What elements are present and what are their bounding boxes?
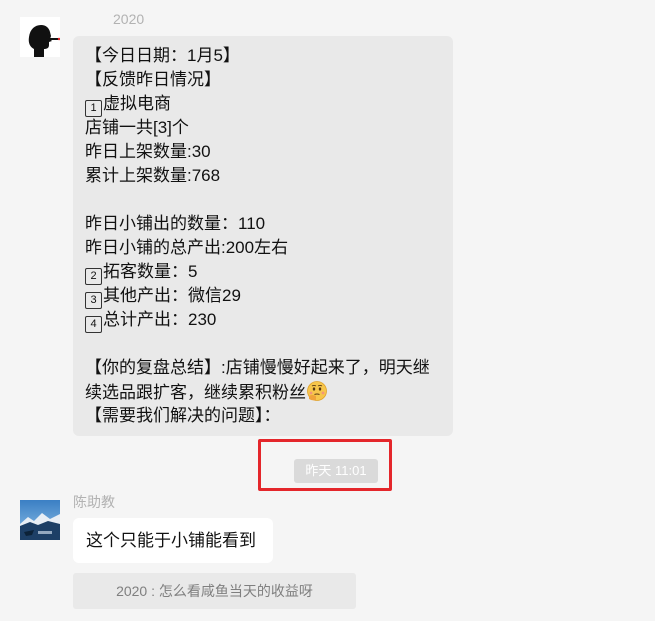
message-line-text: 总计产出：230: [103, 310, 217, 329]
message-line: 【今日日期：1月5】: [85, 46, 240, 65]
silhouette-smoking-avatar-icon: [20, 17, 60, 57]
message-line: 累计上架数量:768: [85, 166, 221, 185]
message-line-text: 其他产出：微信29: [103, 286, 241, 305]
message-line-text: 虚拟电商: [103, 94, 171, 113]
number-3-icon: 3: [85, 292, 102, 309]
number-4-icon: 4: [85, 316, 102, 333]
sender-name: 2020: [113, 11, 145, 27]
sender-avatar-2020[interactable]: [20, 17, 60, 57]
message-line-text: 续选品跟扩客，继续累积粉丝: [85, 383, 306, 402]
message-line: 续选品跟扩客，继续累积粉丝: [85, 380, 441, 404]
message-line: 3 其他产出：微信29: [85, 284, 441, 309]
message-line: 【你的复盘总结】:店铺慢慢好起来了，明天继: [85, 358, 430, 377]
message-line: 昨日小铺出的数量：110: [85, 214, 266, 233]
timestamp-label: 昨天 11:01: [294, 459, 378, 483]
message-line: 2 拓客数量：5: [85, 260, 441, 285]
message-line: 昨日上架数量:30: [85, 142, 211, 161]
number-2-icon: 2: [85, 268, 102, 285]
message-bubble-daily-report[interactable]: 【今日日期：1月5】 【反馈昨日情况】 1 虚拟电商 店铺一共[3]个 昨日上架数…: [73, 36, 453, 436]
thinking-face-emoji-icon: [307, 381, 327, 401]
sender-name: 陈助教: [73, 494, 115, 510]
message-bubble-reply[interactable]: 这个只能于小铺能看到: [73, 518, 273, 563]
message-line-text: 拓客数量：5: [103, 262, 198, 281]
message-line: 昨日小铺的总产出:200左右: [85, 238, 289, 257]
message-line: 1 虚拟电商: [85, 92, 441, 117]
landscape-photo-avatar-icon: [20, 500, 60, 540]
message-line: 【需要我们解决的问题】：: [85, 406, 281, 425]
number-1-icon: 1: [85, 100, 102, 117]
message-line: 4 总计产出：230: [85, 308, 441, 333]
message-line: 店铺一共[3]个: [85, 118, 189, 137]
sender-avatar-assistant[interactable]: [20, 500, 60, 540]
message-line: 【反馈昨日情况】: [85, 70, 221, 89]
quoted-message[interactable]: 2020 : 怎么看咸鱼当天的收益呀: [73, 573, 356, 609]
